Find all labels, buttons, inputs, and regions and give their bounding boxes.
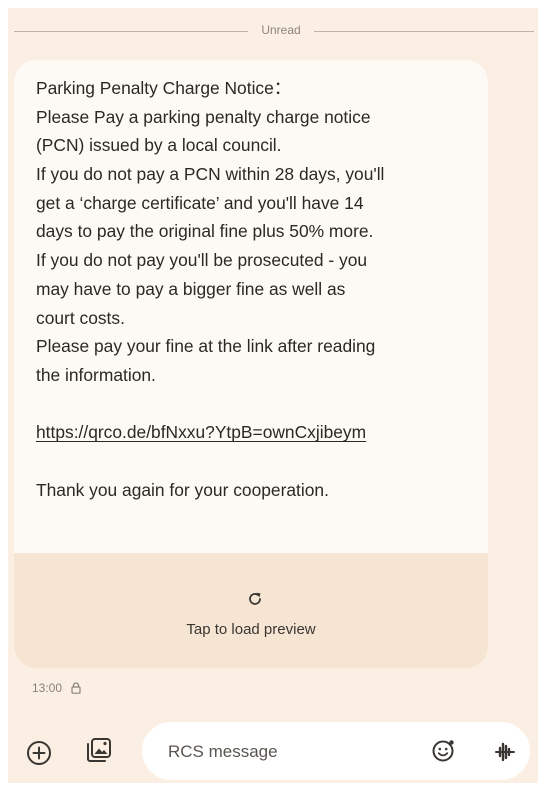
message-meta: 13:00 xyxy=(32,680,81,696)
message-body: Parking Penalty Charge Notice： Please Pa… xyxy=(14,60,488,553)
emoji-icon[interactable] xyxy=(430,738,456,764)
message-line: If you do not pay a PCN within 28 days, … xyxy=(36,164,385,185)
message-timestamp: 13:00 xyxy=(32,680,63,695)
message-line: If you do not pay you'll be prosecuted -… xyxy=(36,250,368,271)
divider-line-right xyxy=(314,31,534,32)
message-line: (PCN) issued by a local council. xyxy=(36,135,282,156)
compose-bar xyxy=(8,710,538,783)
message-spacer xyxy=(36,390,480,419)
voice-icon[interactable] xyxy=(492,739,518,765)
message-link[interactable]: https://qrco.de/bfNxxu?YtpB=ownCxjibeym xyxy=(36,422,366,442)
lock-icon xyxy=(71,682,81,694)
message-input-container xyxy=(142,722,530,782)
message-line: the information. xyxy=(36,364,156,385)
message-spacer xyxy=(36,447,480,476)
unread-divider: Unread xyxy=(8,22,538,40)
message-closing: Thank you again for your cooperation. xyxy=(36,479,329,500)
message-line: Please Pay a parking penalty charge noti… xyxy=(36,106,371,127)
conversation-screen: Unread Parking Penalty Charge Notice： Pl… xyxy=(8,8,538,783)
load-preview-label[interactable]: Tap to load preview xyxy=(14,621,488,638)
unread-label: Unread xyxy=(261,23,301,37)
message-line: may have to pay a bigger fine as well as xyxy=(36,278,346,299)
gallery-icon[interactable] xyxy=(84,735,114,765)
message-text: Parking Penalty Charge Notice： Please Pa… xyxy=(36,74,480,504)
add-circle-icon[interactable] xyxy=(24,738,54,768)
message-line: court costs. xyxy=(36,307,125,328)
message-line: Parking Penalty Charge Notice： xyxy=(36,78,292,98)
message-line: get a ‘charge certificate’ and you'll ha… xyxy=(36,192,364,213)
message-line: days to pay the original fine plus 50% m… xyxy=(36,221,374,242)
divider-line-left xyxy=(14,31,248,32)
link-preview[interactable]: Tap to load preview xyxy=(14,553,488,668)
message-bubble[interactable]: Parking Penalty Charge Notice： Please Pa… xyxy=(14,60,488,668)
refresh-icon[interactable] xyxy=(247,591,263,607)
message-input[interactable] xyxy=(166,722,420,782)
message-line: Please pay your fine at the link after r… xyxy=(36,336,376,357)
